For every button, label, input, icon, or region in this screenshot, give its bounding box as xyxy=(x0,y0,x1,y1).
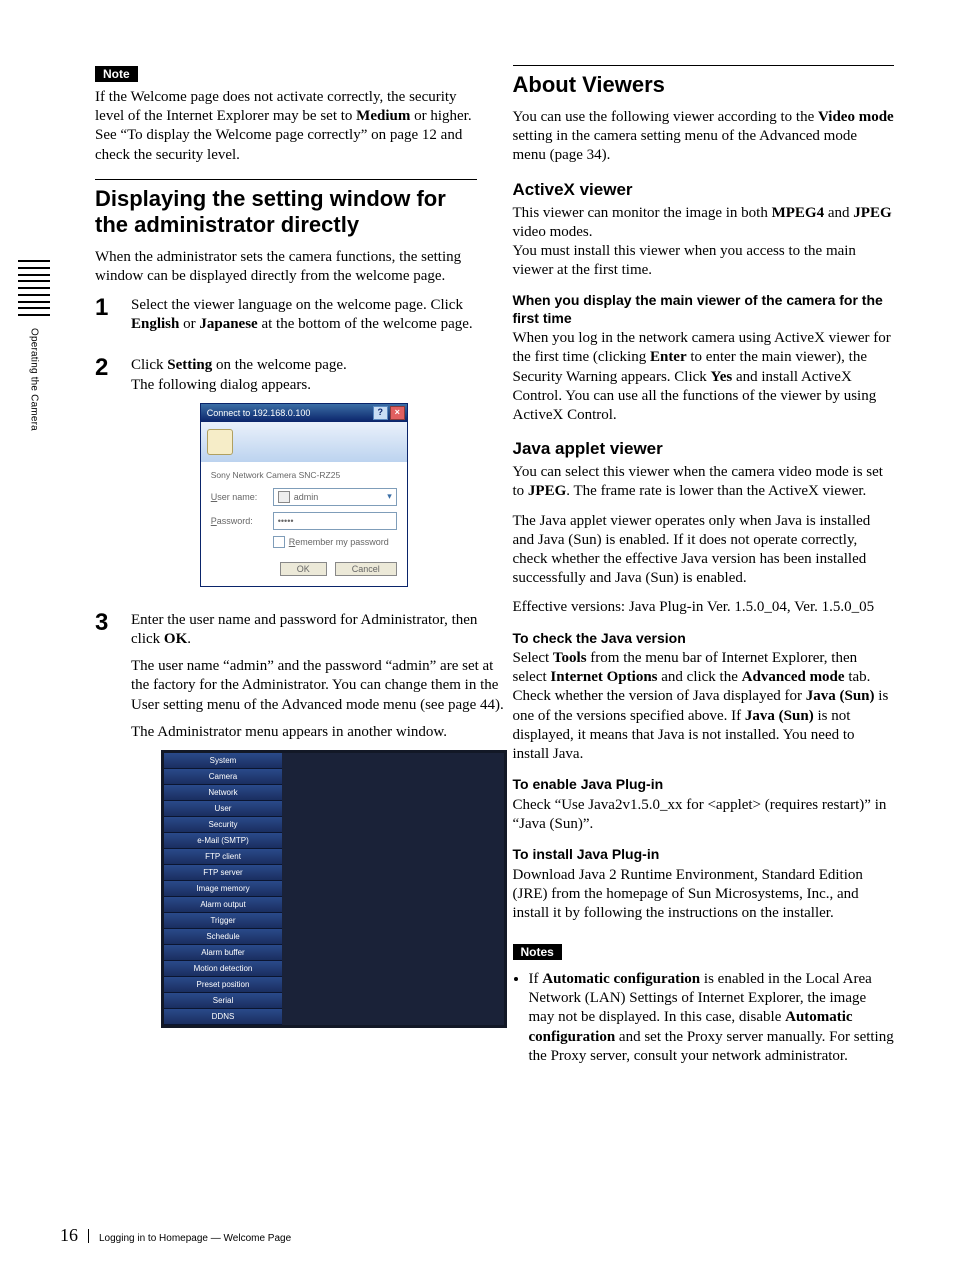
admin-menu-item[interactable]: Camera xyxy=(164,769,282,785)
admin-menu-item[interactable]: Alarm output xyxy=(164,897,282,913)
admin-menu-item[interactable]: FTP server xyxy=(164,865,282,881)
step-number: 1 xyxy=(95,296,115,342)
right-column: About Viewers You can use the following … xyxy=(513,65,895,1074)
check-java-heading: To check the Java version xyxy=(513,630,895,648)
activex-heading: ActiveX viewer xyxy=(513,180,895,200)
checkbox-icon[interactable] xyxy=(273,536,285,548)
install-java-heading: To install Java Plug-in xyxy=(513,846,895,864)
step-number: 3 xyxy=(95,611,115,1028)
password-field[interactable]: ••••• xyxy=(273,512,397,530)
enable-java-text: Check “Use Java2v1.5.0_xx for <applet> (… xyxy=(513,796,895,834)
admin-menu-content xyxy=(282,753,504,1025)
user-icon xyxy=(278,491,290,503)
java-heading: Java applet viewer xyxy=(513,439,895,459)
cancel-button[interactable]: Cancel xyxy=(335,562,397,576)
step-2-text: Click Setting on the welcome page. The f… xyxy=(131,356,477,394)
login-dialog: Connect to 192.168.0.100 ? × Sony Net xyxy=(200,403,408,587)
admin-menu-item[interactable]: Trigger xyxy=(164,913,282,929)
footer-text: Logging in to Homepage — Welcome Page xyxy=(99,1233,291,1244)
admin-menu-item[interactable]: System xyxy=(164,753,282,769)
install-java-text: Download Java 2 Runtime Environment, Sta… xyxy=(513,866,895,924)
password-label: Password: xyxy=(211,516,265,526)
left-column: Note If the Welcome page does not activa… xyxy=(95,65,477,1074)
step-2: 2 Click Setting on the welcome page. The… xyxy=(95,356,477,596)
java-p1: You can select this viewer when the came… xyxy=(513,463,895,501)
section-rule xyxy=(95,179,477,180)
about-viewers-p1: You can use the following viewer accordi… xyxy=(513,108,895,166)
step-1-text: Select the viewer language on the welcom… xyxy=(131,296,477,334)
activex-p1: This viewer can monitor the image in bot… xyxy=(513,204,895,281)
keys-icon xyxy=(207,429,233,455)
admin-menu-item[interactable]: Alarm buffer xyxy=(164,945,282,961)
admin-menu-item[interactable]: DDNS xyxy=(164,1009,282,1025)
activex-first-time-heading: When you display the main viewer of the … xyxy=(513,292,895,327)
admin-menu-item[interactable]: Preset position xyxy=(164,977,282,993)
about-viewers-heading: About Viewers xyxy=(513,72,895,98)
note-text: If the Welcome page does not activate co… xyxy=(95,88,477,165)
dialog-caption: Sony Network Camera SNC-RZ25 xyxy=(211,470,397,480)
ok-button[interactable]: OK xyxy=(280,562,327,576)
enable-java-heading: To enable Java Plug-in xyxy=(513,776,895,794)
side-tab-bars xyxy=(18,260,50,316)
admin-menu-item[interactable]: User xyxy=(164,801,282,817)
admin-menu-item[interactable]: e-Mail (SMTP) xyxy=(164,833,282,849)
step-1: 1 Select the viewer language on the welc… xyxy=(95,296,477,342)
admin-menu-item[interactable]: Serial xyxy=(164,993,282,1009)
dialog-banner xyxy=(201,422,407,462)
admin-menu-item[interactable]: Network xyxy=(164,785,282,801)
help-icon[interactable]: ? xyxy=(373,406,388,420)
check-java-text: Select Tools from the menu bar of Intern… xyxy=(513,649,895,764)
admin-menu-item[interactable]: Motion detection xyxy=(164,961,282,977)
step-3: 3 Enter the user name and password for A… xyxy=(95,611,477,1028)
admin-menu-item[interactable]: Image memory xyxy=(164,881,282,897)
activex-first-time-text: When you log in the network camera using… xyxy=(513,329,895,425)
page-footer: 16 Logging in to Homepage — Welcome Page xyxy=(60,1225,291,1246)
notes-badge: Notes xyxy=(513,944,562,960)
admin-menu-item[interactable]: Schedule xyxy=(164,929,282,945)
section-intro: When the administrator sets the camera f… xyxy=(95,248,477,286)
admin-menu-panel: SystemCameraNetworkUserSecuritye-Mail (S… xyxy=(161,750,507,1028)
section-rule xyxy=(513,65,895,66)
side-tab-label: Operating the Camera xyxy=(29,328,40,431)
java-versions: Effective versions: Java Plug-in Ver. 1.… xyxy=(513,598,895,617)
chevron-down-icon[interactable]: ▾ xyxy=(387,491,392,502)
step-number: 2 xyxy=(95,356,115,596)
side-tab: Operating the Camera xyxy=(14,260,54,520)
note-badge: Note xyxy=(95,66,138,82)
notes-bullet-1: If Automatic configuration is enabled in… xyxy=(529,970,895,1066)
dialog-titlebar: Connect to 192.168.0.100 ? × xyxy=(201,404,407,422)
notes-list: If Automatic configuration is enabled in… xyxy=(513,970,895,1066)
section-heading: Displaying the setting window for the ad… xyxy=(95,186,477,238)
remember-checkbox[interactable]: Remember my password xyxy=(273,536,397,548)
username-label: User name: xyxy=(211,492,265,502)
step-3-p2: The user name “admin” and the password “… xyxy=(131,657,507,715)
step-3-p3: The Administrator menu appears in anothe… xyxy=(131,723,507,742)
page-number: 16 xyxy=(60,1225,78,1246)
admin-menu-item[interactable]: Security xyxy=(164,817,282,833)
admin-menu-item[interactable]: FTP client xyxy=(164,849,282,865)
step-3-text: Enter the user name and password for Adm… xyxy=(131,611,507,649)
java-p2: The Java applet viewer operates only whe… xyxy=(513,512,895,589)
close-icon[interactable]: × xyxy=(390,406,405,420)
username-field[interactable]: admin ▾ xyxy=(273,488,397,506)
dialog-title: Connect to 192.168.0.100 xyxy=(207,408,311,418)
